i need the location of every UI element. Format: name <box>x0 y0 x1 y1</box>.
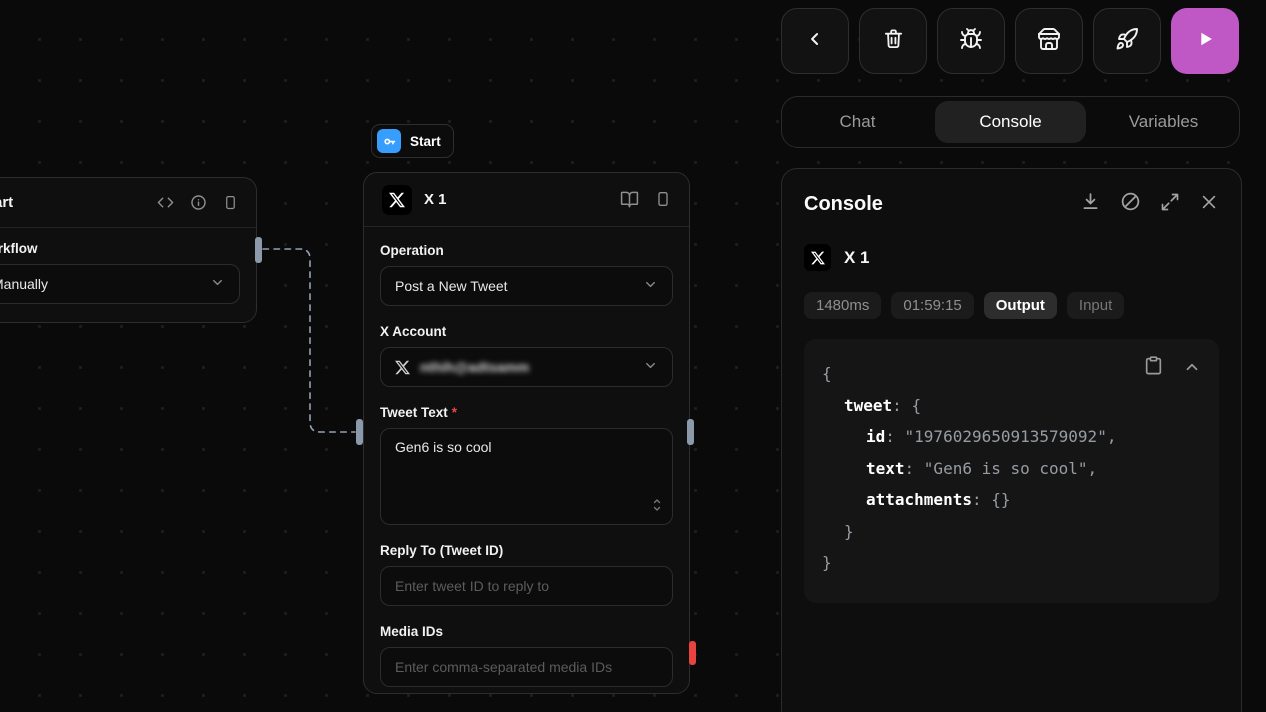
x-node-title: X 1 <box>424 191 447 208</box>
store-icon <box>1037 27 1061 56</box>
trigger-node-title: Start <box>0 194 13 211</box>
chevron-down-icon <box>643 277 658 295</box>
x-node[interactable]: X 1 Operation Post a New Tweet X Account… <box>363 172 690 694</box>
deploy-button[interactable] <box>1093 8 1161 74</box>
chevron-left-icon <box>805 29 825 54</box>
start-badge[interactable]: Start <box>371 124 454 158</box>
reply-to-input[interactable] <box>380 566 673 606</box>
copy-icon[interactable] <box>1143 355 1164 387</box>
operation-select[interactable]: Post a New Tweet <box>380 266 673 306</box>
x-glyph-icon <box>395 360 410 375</box>
tab-console[interactable]: Console <box>935 101 1086 143</box>
app-window: Start Start Workflow Manually X 1 <box>0 0 1266 712</box>
media-ids-input[interactable] <box>380 647 673 687</box>
trigger-node[interactable]: Start Workflow Manually <box>0 177 257 323</box>
account-select-value: nthih@adtsamm <box>420 359 529 375</box>
x-logo-icon <box>804 244 831 271</box>
clear-icon[interactable] <box>1120 191 1141 217</box>
trigger-key-icon <box>377 129 401 153</box>
input-toggle[interactable]: Input <box>1067 292 1124 319</box>
chevron-down-icon <box>643 358 658 376</box>
console-output-json: { tweet: { id: "1976029650913579092", te… <box>804 339 1219 603</box>
delete-button[interactable] <box>859 8 927 74</box>
required-marker: * <box>452 405 457 420</box>
account-label: X Account <box>380 324 673 339</box>
phone-icon[interactable] <box>223 194 238 211</box>
operation-label: Operation <box>380 243 673 258</box>
trash-icon <box>882 27 905 55</box>
tab-variables[interactable]: Variables <box>1088 97 1239 147</box>
reply-to-label: Reply To (Tweet ID) <box>380 543 673 558</box>
operation-select-value: Post a New Tweet <box>395 278 508 294</box>
run-button[interactable] <box>1171 8 1239 74</box>
debug-button[interactable] <box>937 8 1005 74</box>
phone-icon[interactable] <box>655 190 671 209</box>
expand-icon[interactable] <box>1160 192 1180 217</box>
collapse-icon[interactable] <box>1183 355 1201 387</box>
trigger-output-handle[interactable] <box>255 237 262 263</box>
account-select[interactable]: nthih@adtsamm <box>380 347 673 387</box>
code-icon[interactable] <box>157 194 174 211</box>
panel-tabbar: Chat Console Variables <box>781 96 1240 148</box>
console-title: Console <box>804 193 883 216</box>
book-icon[interactable] <box>620 190 639 209</box>
console-panel: Console X 1 1480ms 01:59:15 Output Input <box>781 168 1242 712</box>
tweet-text-label: Tweet Text* <box>380 405 673 420</box>
console-node-name: X 1 <box>844 248 870 268</box>
rocket-icon <box>1115 27 1139 56</box>
x-logo-icon <box>382 185 412 215</box>
download-icon[interactable] <box>1080 191 1101 217</box>
workflow-select[interactable]: Manually <box>0 264 240 304</box>
duration-badge: 1480ms <box>804 292 881 319</box>
workflow-field-label: Workflow <box>0 241 240 256</box>
media-ids-label: Media IDs <box>380 624 673 639</box>
output-toggle[interactable]: Output <box>984 292 1057 319</box>
tweet-text-input[interactable]: Gen6 is so cool <box>380 428 673 525</box>
x-node-input-handle[interactable] <box>356 419 363 445</box>
bug-icon <box>959 27 983 56</box>
tab-chat[interactable]: Chat <box>782 97 933 147</box>
close-icon[interactable] <box>1199 192 1219 217</box>
chevron-down-icon <box>210 275 225 293</box>
back-button[interactable] <box>781 8 849 74</box>
x-node-error-handle[interactable] <box>689 641 696 665</box>
timestamp-badge: 01:59:15 <box>891 292 973 319</box>
start-badge-label: Start <box>410 134 441 149</box>
workflow-select-value: Manually <box>0 276 48 292</box>
resize-handle-icon[interactable] <box>651 498 663 517</box>
store-button[interactable] <box>1015 8 1083 74</box>
play-icon <box>1194 28 1216 55</box>
info-icon[interactable] <box>190 194 207 211</box>
x-node-output-handle[interactable] <box>687 419 694 445</box>
